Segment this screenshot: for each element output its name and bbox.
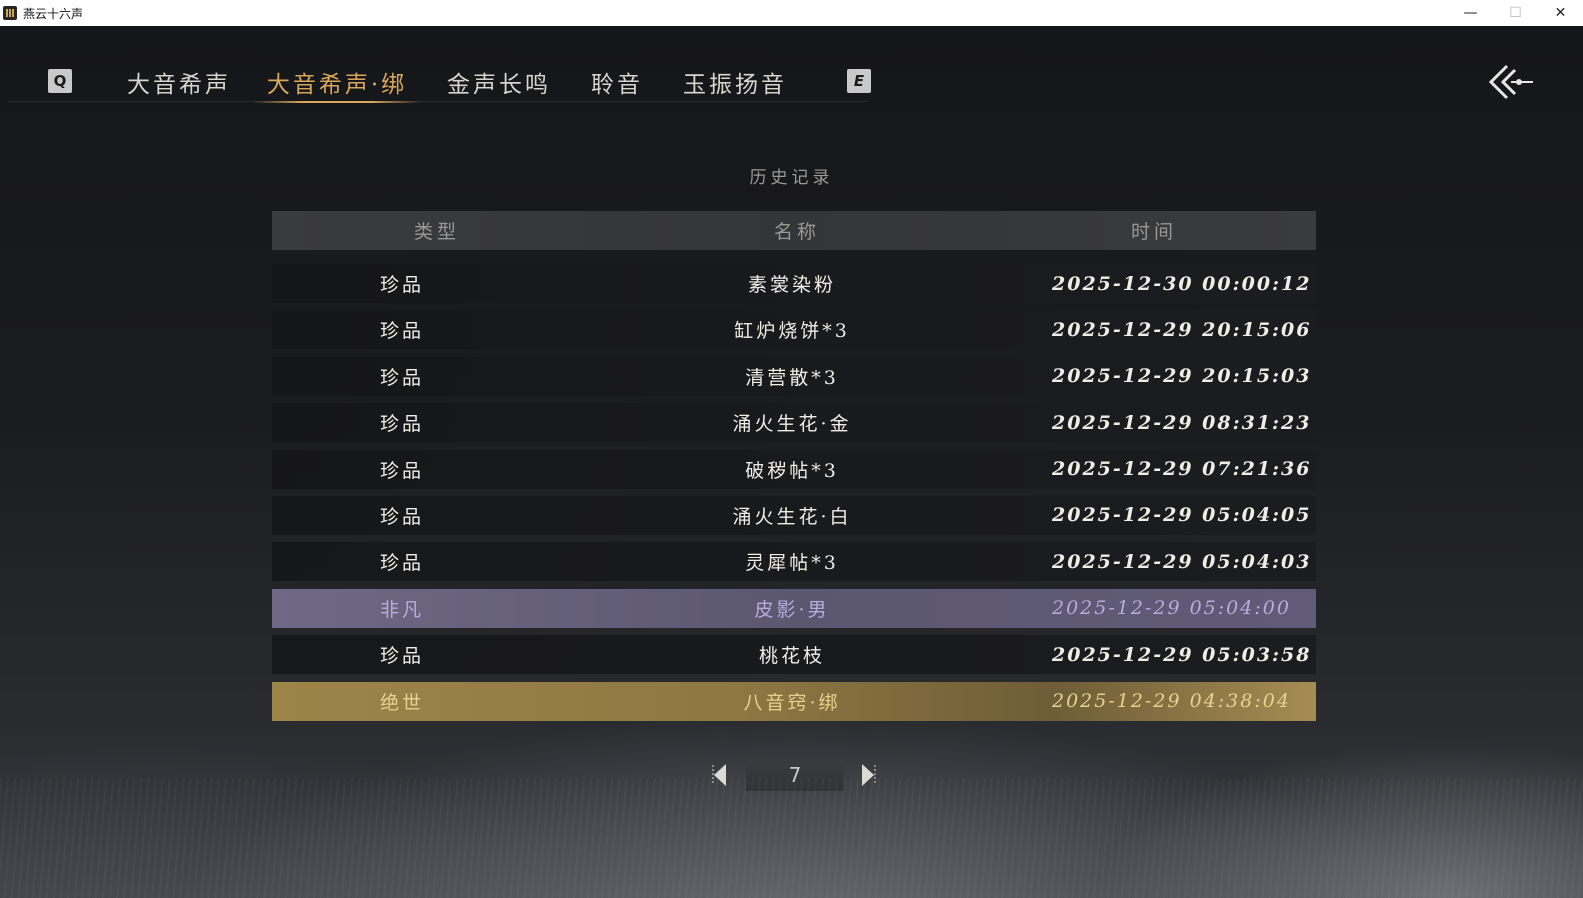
history-rows: 珍品 素裳染粉 2025-12-30 00:00:12 珍品 缸炉烧饼*3 2025-12… — [272, 264, 1316, 721]
table-row: 绝世 八音窍·绑 2025-12-29 04:38:04 — [272, 681, 1316, 721]
tab-1[interactable]: 大音希声·绑 — [252, 63, 422, 103]
close-button[interactable]: ✕ — [1538, 0, 1583, 26]
table-row: 珍品 素裳染粉 2025-12-30 00:00:12 — [272, 264, 1316, 303]
window-titlebar: 燕云十六声 — ☐ ✕ — [0, 0, 1583, 26]
tab-3[interactable]: 聆音 — [590, 63, 644, 101]
row-time: 2025-12-29 20:15:03 — [1052, 365, 1312, 388]
game-screen: Q 大音希声 大音希声·绑 金声长鸣 聆音 玉振扬音 E 历史记录 类型 名称 … — [0, 26, 1583, 898]
row-type: 珍品 — [379, 274, 424, 296]
row-name: 八音窍·绑 — [743, 691, 841, 714]
row-time: 2025-12-29 04:38:04 — [1052, 690, 1291, 713]
window-title: 燕云十六声 — [23, 6, 84, 21]
row-type: 珍品 — [379, 320, 424, 343]
prev-page-icon[interactable] — [712, 763, 728, 787]
table-header: 类型 名称 时间 — [272, 211, 1316, 250]
row-name: 皮影·男 — [754, 598, 830, 621]
tab-bar: Q 大音希声 大音希声·绑 金声长鸣 聆音 玉振扬音 E — [8, 54, 871, 103]
row-type: 珍品 — [379, 645, 424, 668]
table-row: 珍品 破秽帖*3 2025-12-29 07:21:36 — [272, 449, 1316, 489]
column-header-type: 类型 — [413, 221, 460, 243]
table-row: 珍品 缸炉烧饼*3 2025-12-29 20:15:06 — [272, 310, 1316, 350]
minimize-button[interactable]: — — [1448, 0, 1493, 26]
row-name: 灵犀帖*3 — [745, 552, 839, 575]
app-icon — [3, 6, 17, 20]
row-time: 2025-12-29 07:21:36 — [1052, 458, 1312, 481]
row-time: 2025-12-29 05:03:58 — [1052, 643, 1312, 666]
row-time: 2025-12-29 05:04:03 — [1052, 550, 1312, 573]
tab-0[interactable]: 大音希声 — [127, 63, 230, 101]
row-name: 清营散*3 — [745, 366, 839, 389]
row-time: 2025-12-29 05:04:00 — [1052, 597, 1291, 620]
table-row: 珍品 灵犀帖*3 2025-12-29 05:04:03 — [272, 542, 1316, 582]
row-type: 非凡 — [379, 598, 424, 621]
next-tab-key-hint[interactable]: E — [847, 69, 871, 93]
row-name: 涌火生花·金 — [732, 413, 852, 436]
window-controls: — ☐ ✕ — [1448, 0, 1583, 26]
row-name: 桃花枝 — [758, 645, 825, 668]
back-arrow-icon[interactable] — [1485, 62, 1537, 102]
row-name: 缸炉烧饼*3 — [734, 320, 850, 343]
table-row: 珍品 清营散*3 2025-12-29 20:15:03 — [272, 356, 1316, 396]
next-page-icon[interactable] — [860, 763, 876, 787]
row-time: 2025-12-30 00:00:12 — [1052, 272, 1312, 295]
history-table: 类型 名称 时间 珍品 素裳染粉 2025-12-30 00:00:12 珍品 缸炉烧饼… — [272, 211, 1316, 728]
history-title: 历史记录 — [749, 168, 834, 188]
tab-2[interactable]: 金声长鸣 — [447, 63, 550, 101]
row-time: 2025-12-29 05:04:05 — [1052, 504, 1312, 527]
table-row: 珍品 涌火生花·白 2025-12-29 05:04:05 — [272, 495, 1316, 535]
row-name: 破秽帖*3 — [745, 459, 839, 482]
tab-4[interactable]: 玉振扬音 — [683, 63, 786, 101]
table-row: 珍品 桃花枝 2025-12-29 05:03:58 — [272, 635, 1316, 675]
table-row: 非凡 皮影·男 2025-12-29 05:04:00 — [272, 588, 1316, 628]
column-header-time: 时间 — [1130, 221, 1177, 243]
row-type: 珍品 — [379, 505, 424, 528]
table-row: 珍品 涌火生花·金 2025-12-29 08:31:23 — [272, 403, 1316, 443]
column-header-name: 名称 — [773, 221, 820, 243]
maximize-button[interactable]: ☐ — [1493, 0, 1538, 26]
row-time: 2025-12-29 08:31:23 — [1052, 411, 1312, 434]
pager: 7 — [712, 759, 882, 791]
page-number: 7 — [746, 759, 844, 791]
row-type: 绝世 — [379, 691, 424, 714]
row-type: 珍品 — [379, 366, 424, 389]
row-name: 素裳染粉 — [747, 274, 836, 296]
row-type: 珍品 — [379, 552, 424, 575]
row-type: 珍品 — [379, 413, 424, 436]
prev-tab-key-hint[interactable]: Q — [48, 69, 72, 93]
row-type: 珍品 — [379, 459, 424, 482]
row-name: 涌火生花·白 — [732, 505, 852, 528]
row-time: 2025-12-29 20:15:06 — [1052, 318, 1312, 341]
